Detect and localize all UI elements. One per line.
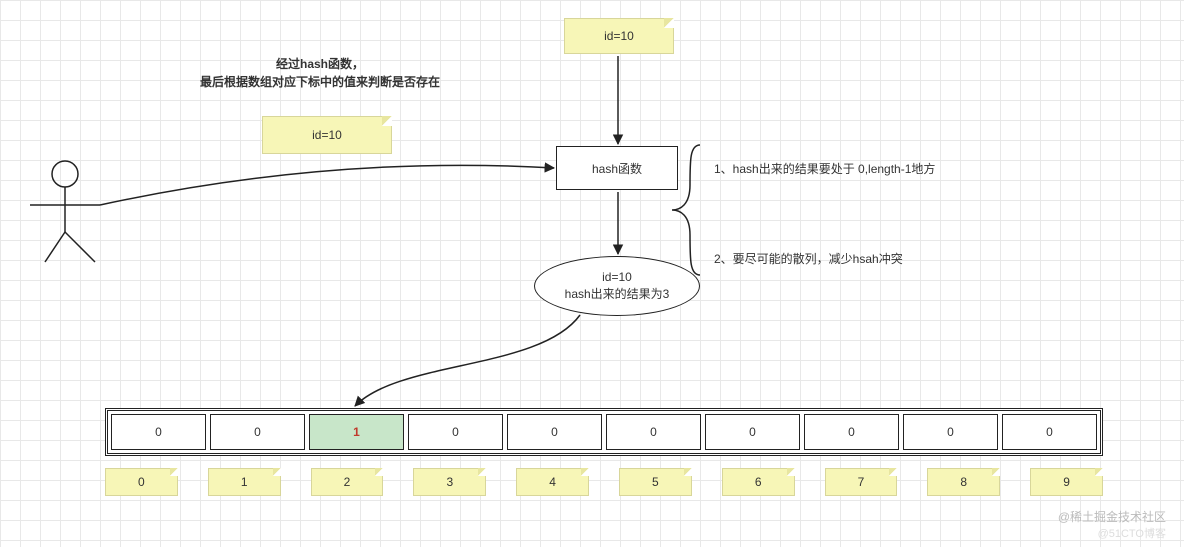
index-note: 6 [722, 468, 795, 496]
array-cell: 0 [606, 414, 701, 450]
array-cell: 0 [804, 414, 899, 450]
caption-line2: 最后根据数组对应下标中的值来判断是否存在 [180, 73, 460, 91]
hash-result-ellipse: id=10 hash出来的结果为3 [534, 256, 700, 316]
index-note: 5 [619, 468, 692, 496]
index-note: 3 [413, 468, 486, 496]
array-cell: 0 [903, 414, 998, 450]
watermark-juejin: @稀土掘金技术社区 [1058, 508, 1166, 525]
note-top-id: id=10 [564, 18, 674, 54]
array-cell: 0 [1002, 414, 1097, 450]
index-note: 9 [1030, 468, 1103, 496]
person-icon [30, 161, 100, 262]
index-note: 2 [311, 468, 384, 496]
index-note: 0 [105, 468, 178, 496]
caption: 经过hash函数， 最后根据数组对应下标中的值来判断是否存在 [180, 55, 460, 91]
note-left-id: id=10 [262, 116, 392, 154]
index-note: 4 [516, 468, 589, 496]
array-cell: 0 [210, 414, 305, 450]
hash-function-box: hash函数 [556, 146, 678, 190]
rule-2: 2、要尽可能的散列，减少hsah冲突 [714, 250, 903, 267]
ellipse-line1: id=10 [602, 269, 632, 286]
array-cell: 0 [507, 414, 602, 450]
index-note: 7 [825, 468, 898, 496]
index-note: 8 [927, 468, 1000, 496]
array-cell: 0 [408, 414, 503, 450]
note-top-id-text: id=10 [604, 29, 634, 43]
rule-1: 1、hash出来的结果要处于 0,length-1地方 [714, 160, 935, 177]
note-left-id-text: id=10 [312, 128, 342, 142]
array-cell: 0 [111, 414, 206, 450]
watermark-51cto: @51CTO博客 [1098, 525, 1166, 541]
array-cell-hit: 1 [309, 414, 404, 450]
hash-array: 0 0 1 0 0 0 0 0 0 0 [105, 408, 1103, 456]
hash-function-label: hash函数 [592, 160, 642, 177]
ellipse-line2: hash出来的结果为3 [565, 286, 670, 303]
index-row: 0 1 2 3 4 5 6 7 8 9 [105, 468, 1103, 496]
index-note: 1 [208, 468, 281, 496]
caption-line1: 经过hash函数， [180, 55, 460, 73]
array-cell: 0 [705, 414, 800, 450]
